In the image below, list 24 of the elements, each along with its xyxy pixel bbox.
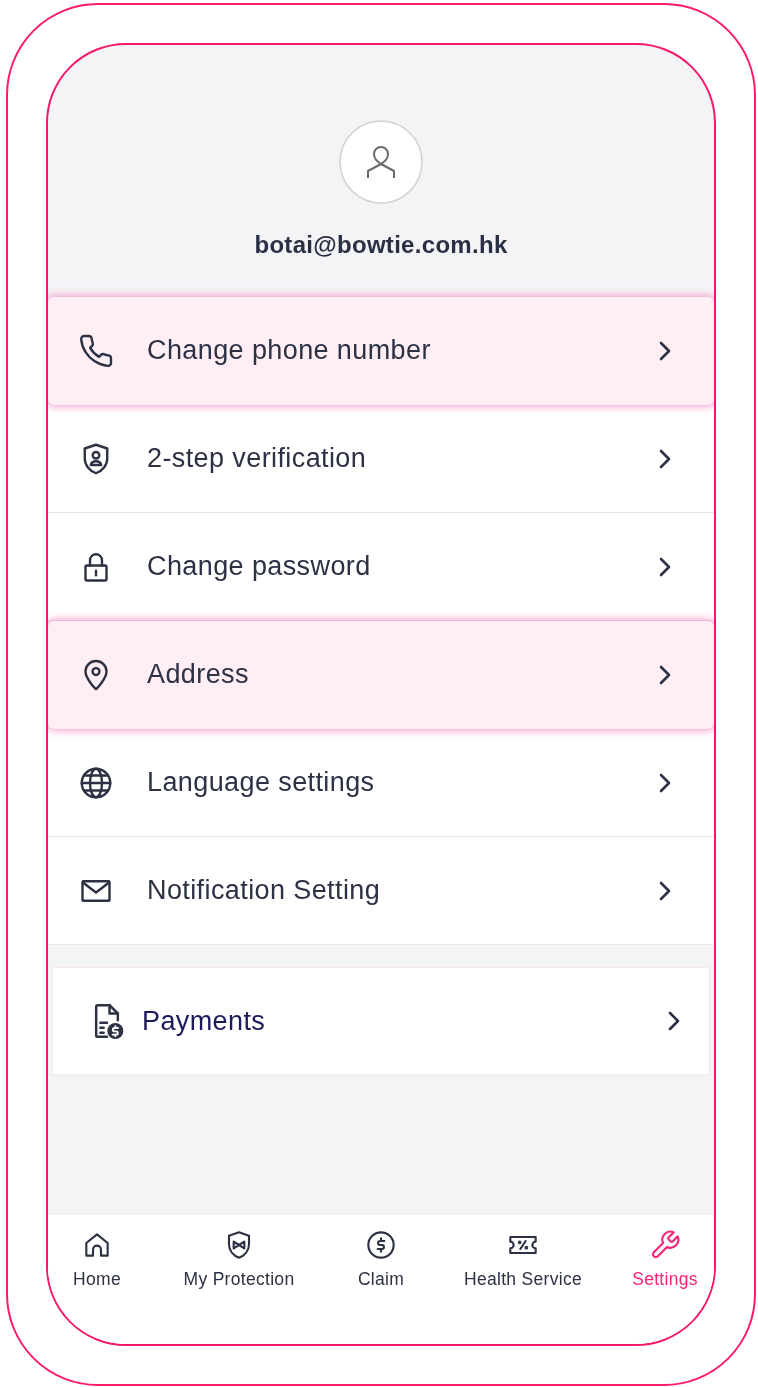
tab-bar-item[interactable]: Health Service <box>464 1229 582 1289</box>
menu-item[interactable]: Change phone number <box>48 297 714 405</box>
chevron-right-icon <box>658 879 672 902</box>
tab-bar-item[interactable]: Settings <box>632 1229 698 1289</box>
tab-bar-item[interactable]: Claim <box>357 1229 405 1289</box>
dollar-coin-icon <box>365 1229 397 1261</box>
menu-item[interactable]: 2-step verification <box>48 405 714 513</box>
tab-bar-item[interactable]: My Protection <box>183 1229 295 1289</box>
chevron-right-icon <box>658 555 672 578</box>
account-email: botai@bowtie.com.hk <box>254 230 508 260</box>
chevron-right-icon <box>658 447 672 470</box>
menu-item[interactable]: Address <box>48 621 714 729</box>
chevron-right-icon <box>658 771 672 794</box>
menu-item[interactable]: Language settings <box>48 729 714 837</box>
chevron-right-icon <box>658 663 672 686</box>
menu-item[interactable]: Change password <box>48 513 714 621</box>
chevron-right-icon <box>667 1010 681 1032</box>
phone-icon <box>78 332 114 369</box>
tab-bar-item[interactable]: Home <box>73 1229 121 1289</box>
wrench-icon <box>649 1229 681 1261</box>
menu-item[interactable]: Payments <box>52 967 710 1075</box>
menu-item[interactable]: Notification Setting <box>48 837 714 945</box>
avatar-icon <box>339 120 423 204</box>
chevron-right-icon <box>658 339 672 362</box>
